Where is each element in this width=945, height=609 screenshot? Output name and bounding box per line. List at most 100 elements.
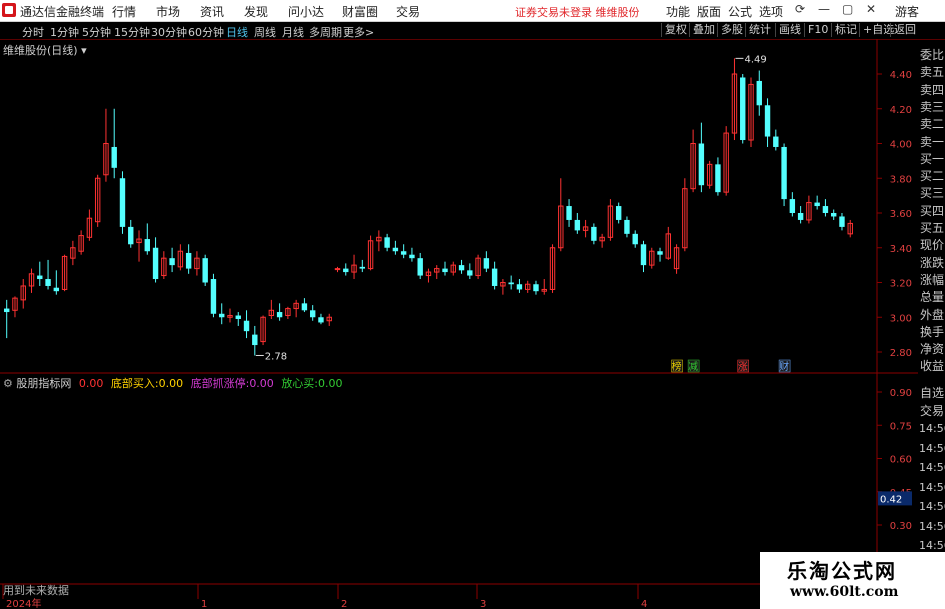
candle-body-down bbox=[773, 136, 779, 147]
date-tick-label: 1 bbox=[201, 599, 207, 609]
candle-body-down bbox=[359, 266, 366, 269]
period-toolbar: 分时 1分钟 5分钟 15分钟 30分钟 60分钟 日线 周线 月线 多周期 更… bbox=[0, 22, 945, 40]
indicator-label-bottom-buy: 底部买入: bbox=[110, 377, 159, 390]
quote-field-label: 外盘 bbox=[920, 307, 945, 322]
quote-field-label: 卖二 bbox=[920, 117, 945, 132]
candle-body-down bbox=[37, 275, 43, 280]
candle-body-down bbox=[400, 251, 407, 255]
quote-field-label: 买四 bbox=[920, 203, 945, 218]
refresh-icon[interactable]: ⟳ bbox=[795, 2, 805, 16]
candle-body-down bbox=[243, 320, 250, 332]
indicator-value-bottom-limit: 0.00 bbox=[249, 377, 274, 390]
event-mark-label: 涨 bbox=[738, 361, 748, 373]
tick-time-label: 14:56 bbox=[919, 441, 945, 455]
candle-body-down bbox=[458, 265, 465, 271]
candle-body-down bbox=[640, 244, 647, 266]
tool-overlay[interactable]: 叠加 bbox=[689, 23, 718, 37]
indicator-label-safe-buy: 放心买: bbox=[281, 377, 319, 390]
period-60min[interactable]: 60分钟 bbox=[188, 24, 224, 40]
menu-item-trade[interactable]: 交易 bbox=[396, 3, 420, 20]
candle-body-down bbox=[615, 206, 622, 220]
candle-body-down bbox=[119, 178, 126, 227]
quote-field-label: 收益 bbox=[920, 359, 945, 374]
quote-field-label: 卖四 bbox=[920, 82, 945, 97]
period-more[interactable]: 更多> bbox=[343, 24, 374, 40]
tool-back[interactable]: 返回 bbox=[890, 23, 919, 37]
top-menu-bar: 通达信金融终端 行情 市场 资讯 发现 问小达 财富圈 交易 证券交易未登录 维… bbox=[0, 0, 945, 22]
candle-body-down bbox=[4, 308, 10, 313]
candle-body-down bbox=[301, 303, 308, 311]
candle-body-down bbox=[53, 287, 60, 292]
period-5min[interactable]: 5分钟 bbox=[82, 24, 111, 40]
high-price-label: 4.49 bbox=[744, 54, 766, 65]
candle-body-down bbox=[781, 146, 787, 200]
menu-item-ask[interactable]: 问小达 bbox=[288, 3, 324, 20]
tool-mark[interactable]: 标记 bbox=[831, 23, 860, 37]
candle-body-down bbox=[210, 279, 217, 314]
date-tick-label: 2 bbox=[341, 599, 347, 609]
menu-item-discover[interactable]: 发现 bbox=[244, 3, 268, 20]
menu-item-news[interactable]: 资讯 bbox=[200, 3, 224, 20]
menu-item-options[interactable]: 选项 bbox=[759, 3, 783, 20]
tool-draw[interactable]: 画线 bbox=[775, 23, 804, 37]
candle-body-down bbox=[797, 213, 804, 220]
restore-icon[interactable]: ▢ bbox=[842, 2, 853, 16]
menu-item-functions[interactable]: 功能 bbox=[666, 3, 690, 20]
indicator-current-value: 0.42 bbox=[880, 494, 902, 505]
period-30min[interactable]: 30分钟 bbox=[151, 24, 187, 40]
low-price-label: 2.78 bbox=[265, 351, 287, 362]
candle-body-down bbox=[491, 268, 498, 286]
tool-multi-stock[interactable]: 多股 bbox=[717, 23, 746, 37]
period-15min[interactable]: 15分钟 bbox=[114, 24, 150, 40]
price-tick-label: 3.80 bbox=[890, 174, 912, 185]
login-notice[interactable]: 证券交易未登录 维维股份 bbox=[515, 4, 640, 20]
tool-f10[interactable]: F10 bbox=[804, 23, 831, 37]
indicator-value-safe-buy: 0.00 bbox=[318, 377, 343, 390]
guest-user[interactable]: 游客 bbox=[895, 3, 919, 20]
quote-field-label: 卖一 bbox=[920, 134, 945, 149]
quote-field-label: 买五 bbox=[920, 221, 945, 235]
candle-body-down bbox=[839, 216, 845, 227]
indicator-settings-icon[interactable]: ⚙ bbox=[3, 377, 13, 390]
menu-item-wealth-circle[interactable]: 财富圈 bbox=[342, 3, 378, 20]
candle-body-down bbox=[698, 143, 705, 186]
indicator-tick-label: 0.60 bbox=[890, 455, 912, 466]
period-1min[interactable]: 1分钟 bbox=[50, 24, 79, 40]
quote-field-label: 卖五 bbox=[920, 65, 945, 80]
close-icon[interactable]: ✕ bbox=[866, 2, 876, 16]
candle-body-down bbox=[533, 284, 539, 292]
candle-body-down bbox=[417, 258, 423, 276]
candle-body-down bbox=[392, 247, 399, 252]
candle-body-down bbox=[822, 206, 829, 213]
app-title: 通达信金融终端 bbox=[20, 5, 105, 19]
period-weekly[interactable]: 周线 bbox=[254, 24, 276, 40]
candle-body-down bbox=[111, 146, 117, 168]
candle-body-down bbox=[152, 247, 159, 280]
candle-body-up bbox=[334, 268, 341, 271]
candle-body-down bbox=[657, 251, 663, 255]
menu-item-layout[interactable]: 版面 bbox=[697, 3, 721, 20]
period-monthly[interactable]: 月线 bbox=[282, 24, 304, 40]
menu-item-market[interactable]: 市场 bbox=[156, 3, 180, 20]
menu-item-formula[interactable]: 公式 bbox=[728, 3, 752, 20]
minimize-icon[interactable]: — bbox=[818, 2, 830, 16]
candle-body-down bbox=[740, 77, 746, 141]
price-tick-label: 3.60 bbox=[890, 209, 912, 220]
indicator-name: 股朋指标网 bbox=[16, 377, 72, 390]
tool-statistics[interactable]: 统计 bbox=[745, 23, 774, 37]
event-mark-label: 榜 bbox=[672, 360, 682, 373]
candlestick-chart[interactable]: 4.40 4.20 4.00 3.80 3.60 3.40 3.20 3.00 2.80 榜减 涨… bbox=[0, 39, 918, 609]
watermark-title: 乐淘公式网 bbox=[787, 559, 897, 583]
period-intraday[interactable]: 分时 bbox=[22, 24, 44, 40]
candle-body-down bbox=[632, 233, 638, 245]
tool-adjust[interactable]: 复权 bbox=[661, 23, 690, 37]
period-daily[interactable]: 日线 bbox=[226, 24, 248, 40]
menu-item-quotes[interactable]: 行情 bbox=[112, 3, 136, 20]
price-tick-label: 4.00 bbox=[890, 140, 912, 151]
candle-body-down bbox=[202, 258, 208, 283]
quote-field-label: 卖三 bbox=[920, 99, 945, 114]
indicator-title[interactable]: ⚙ 股朋指标网 0.00 底部买入:0.00 底部抓涨停:0.00 放心买:0.… bbox=[3, 375, 343, 391]
app-logo-icon bbox=[2, 3, 16, 17]
indicator-tick-label: 0.30 bbox=[890, 521, 912, 532]
period-multi[interactable]: 多周期 bbox=[309, 24, 342, 40]
